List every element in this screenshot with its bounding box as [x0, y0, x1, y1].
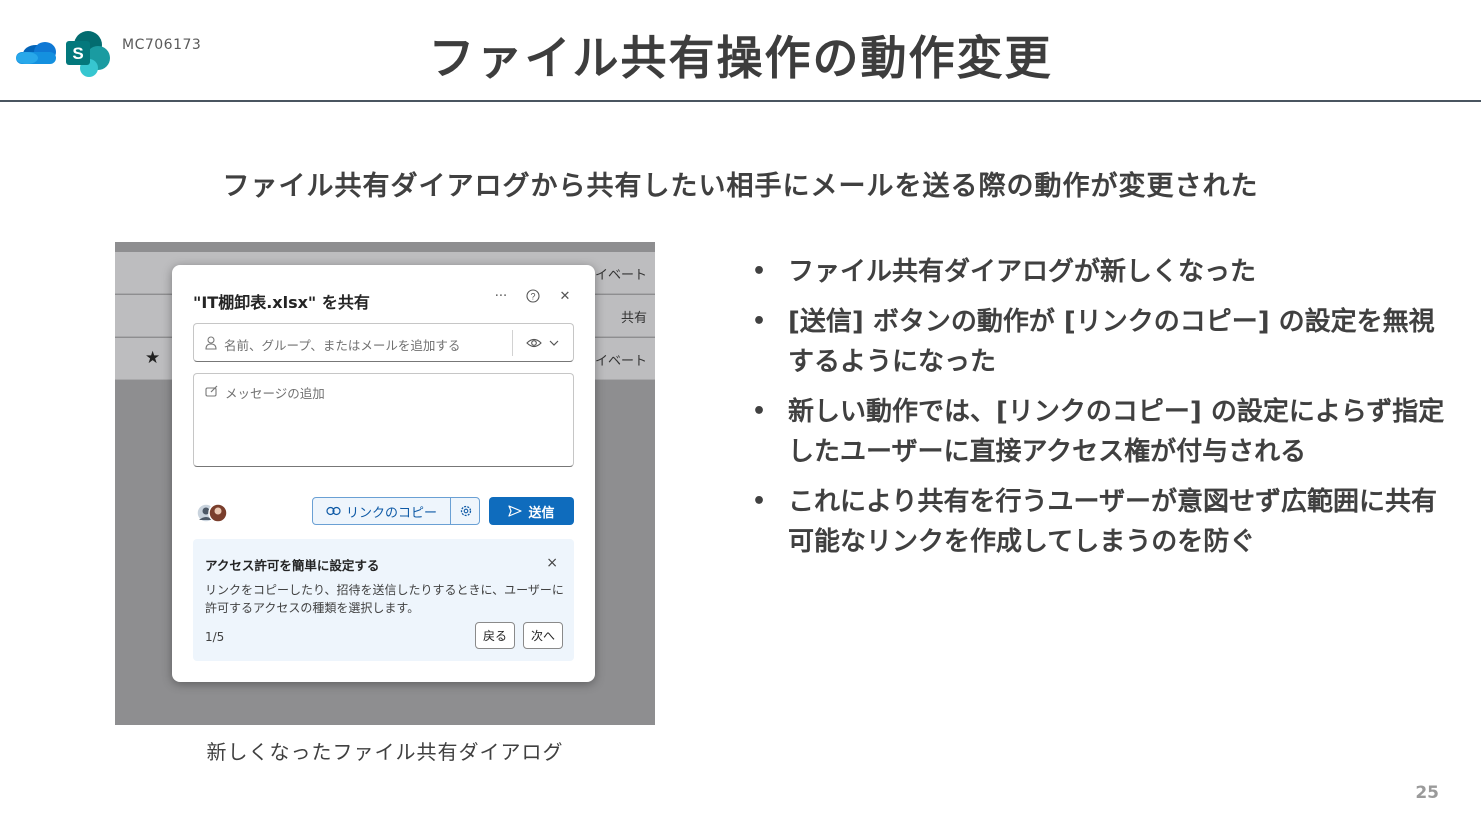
shared-with-avatars[interactable] [196, 501, 236, 525]
tip-step-counter: 1/5 [205, 630, 225, 644]
star-icon: ★ [145, 348, 161, 368]
bullet-text: [送信] ボタンの動作が [リンクのコピー] の設定を無視するようになった [788, 307, 1435, 377]
tip-back-button[interactable]: 戻る [475, 622, 516, 649]
bullet-text: 新しい動作では、[リンクのコピー] の設定によらず指定したユーザーに直接アクセス… [788, 397, 1445, 467]
background-row-text: 共有 [620, 311, 647, 326]
tip-close-icon[interactable]: × [546, 555, 558, 571]
people-picker-placeholder: 名前、グループ、またはメールを追加する [224, 338, 461, 353]
bullet-list: • ファイル共有ダイアログが新しくなった • [送信] ボタンの動作が [リンク… [752, 252, 1452, 572]
slide-subtitle: ファイル共有ダイアログから共有したい相手にメールを送る際の動作が変更された [222, 171, 1259, 202]
message-input[interactable]: メッセージの追加 [193, 373, 574, 467]
help-glyph: ? [530, 292, 535, 302]
slide-header: S MC706173 ファイル共有操作の動作変更 [0, 0, 1481, 102]
bullet-marker: • [752, 489, 767, 514]
close-icon[interactable]: ✕ [557, 289, 573, 305]
bullet-item: • [送信] ボタンの動作が [リンクのコピー] の設定を無視するようになった [752, 302, 1452, 382]
tip-title: アクセス許可を簡単に設定する [205, 558, 380, 573]
dialog-title: "IT棚卸表.xlsx" を共有 [193, 293, 370, 312]
copy-link-button-group: リンクのコピー [312, 497, 480, 525]
tip-body: リンクをコピーしたり、招待を送信したりするときに、ユーザーに許可するアクセスの種… [205, 583, 564, 615]
more-options-icon[interactable]: ··· [493, 289, 509, 305]
send-button[interactable]: 送信 [489, 497, 574, 525]
bullet-item: • これにより共有を行うユーザーが意図せず広範囲に共有可能なリンクを作成してしま… [752, 482, 1452, 562]
message-placeholder: メッセージの追加 [225, 386, 325, 401]
teaching-tip: アクセス許可を簡単に設定する × リンクをコピーしたり、招待を送信したりするとき… [193, 539, 574, 661]
link-icon [326, 506, 341, 516]
bullet-marker: • [752, 259, 767, 284]
bullet-text: ファイル共有ダイアログが新しくなった [788, 257, 1257, 287]
bullet-marker: • [752, 309, 767, 334]
send-icon [508, 505, 523, 517]
share-dialog: "IT棚卸表.xlsx" を共有 ··· ? ✕ 名前、グループ、またはメールを… [172, 265, 595, 682]
tip-next-button[interactable]: 次へ [523, 622, 564, 649]
bullet-text: これにより共有を行うユーザーが意図せず広範囲に共有可能なリンクを作成してしまうの… [788, 487, 1437, 557]
copy-link-label: リンクのコピー [345, 505, 437, 521]
slide-title: ファイル共有操作の動作変更 [428, 31, 1053, 85]
screenshot-caption: 新しくなったファイル共有ダイアログ [206, 740, 564, 764]
bullet-item: • 新しい動作では、[リンクのコピー] の設定によらず指定したユーザーに直接アク… [752, 392, 1452, 472]
person-icon [205, 336, 217, 350]
chevron-down-icon[interactable] [548, 336, 560, 350]
send-label: 送信 [528, 505, 555, 521]
eye-icon[interactable] [526, 335, 542, 351]
copy-link-button[interactable]: リンクのコピー [313, 498, 450, 524]
bullet-marker: • [752, 399, 767, 424]
page-number: 25 [1415, 783, 1439, 803]
permission-divider [512, 330, 513, 356]
help-icon[interactable]: ? [525, 289, 541, 305]
people-picker-input[interactable]: 名前、グループ、またはメールを追加する [193, 323, 574, 362]
edit-message-icon [205, 385, 218, 397]
dialog-actions: ··· ? ✕ [493, 289, 573, 305]
gear-icon [460, 505, 471, 517]
bullet-item: • ファイル共有ダイアログが新しくなった [752, 252, 1452, 292]
header-divider [0, 100, 1481, 102]
screenshot-panel: ライベート 共有 ★ ライベート "IT棚卸表.xlsx" を共有 ··· ? … [115, 242, 655, 725]
link-settings-button[interactable] [451, 498, 480, 524]
